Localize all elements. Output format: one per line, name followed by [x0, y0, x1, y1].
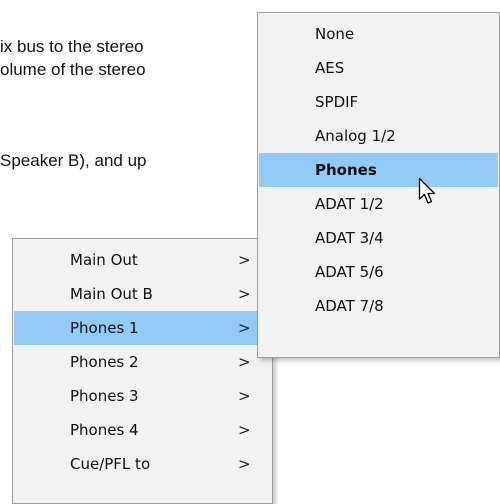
menu-item-phones-1[interactable]: Phones 1 > [14, 311, 271, 345]
menu-item-cue-pfl-to[interactable]: Cue/PFL to > [14, 447, 271, 481]
menu-item-main-out[interactable]: Main Out > [14, 243, 271, 277]
submenu-item-none[interactable]: None [259, 17, 498, 51]
menu-item-label: Phones 1 [70, 319, 139, 337]
menu-item-label: Phones 4 [70, 421, 139, 439]
submenu-item-label: ADAT 3/4 [315, 229, 384, 247]
chevron-right-icon: > [238, 455, 251, 473]
chevron-right-icon: > [238, 353, 251, 371]
submenu-item-label: Analog 1/2 [315, 127, 396, 145]
submenu-item-adat-5-6[interactable]: ADAT 5/6 [259, 255, 498, 289]
menu-item-main-out-b[interactable]: Main Out B > [14, 277, 271, 311]
menu-item-label: Cue/PFL to [70, 455, 151, 473]
document-line-3: Speaker B), and up [0, 151, 147, 170]
submenu-item-adat-1-2[interactable]: ADAT 1/2 [259, 187, 498, 221]
document-line-1: ix bus to the stereo [0, 37, 144, 56]
chevron-right-icon: > [238, 387, 251, 405]
menu-item-label: Main Out B [70, 285, 153, 303]
submenu-item-phones[interactable]: Phones [259, 153, 498, 187]
submenu-item-spdif[interactable]: SPDIF [259, 85, 498, 119]
submenu-item-adat-3-4[interactable]: ADAT 3/4 [259, 221, 498, 255]
menu-item-label: Main Out [70, 251, 138, 269]
chevron-right-icon: > [238, 421, 251, 439]
chevron-right-icon: > [238, 319, 251, 337]
submenu-item-label: AES [315, 59, 345, 77]
chevron-right-icon: > [238, 251, 251, 269]
submenu-item-label: Phones [315, 161, 377, 179]
menu-item-label: Phones 2 [70, 353, 139, 371]
context-submenu-phones-1: None AES SPDIF Analog 1/2 Phones ADAT 1/… [257, 12, 500, 358]
submenu-item-aes[interactable]: AES [259, 51, 498, 85]
menu-item-phones-2[interactable]: Phones 2 > [14, 345, 271, 379]
menu-item-phones-3[interactable]: Phones 3 > [14, 379, 271, 413]
submenu-item-analog-1-2[interactable]: Analog 1/2 [259, 119, 498, 153]
chevron-right-icon: > [238, 285, 251, 303]
submenu-item-adat-7-8[interactable]: ADAT 7/8 [259, 289, 498, 323]
context-menu-main: Main Out > Main Out B > Phones 1 > Phone… [12, 238, 273, 504]
submenu-item-label: ADAT 5/6 [315, 263, 384, 281]
submenu-item-label: SPDIF [315, 93, 359, 111]
menu-item-label: Phones 3 [70, 387, 139, 405]
document-line-2: olume of the stereo [0, 60, 146, 79]
submenu-item-label: ADAT 7/8 [315, 297, 384, 315]
submenu-item-label: None [315, 25, 355, 43]
mouse-pointer-arrow-icon [418, 177, 436, 204]
menu-item-phones-4[interactable]: Phones 4 > [14, 413, 271, 447]
submenu-item-label: ADAT 1/2 [315, 195, 384, 213]
